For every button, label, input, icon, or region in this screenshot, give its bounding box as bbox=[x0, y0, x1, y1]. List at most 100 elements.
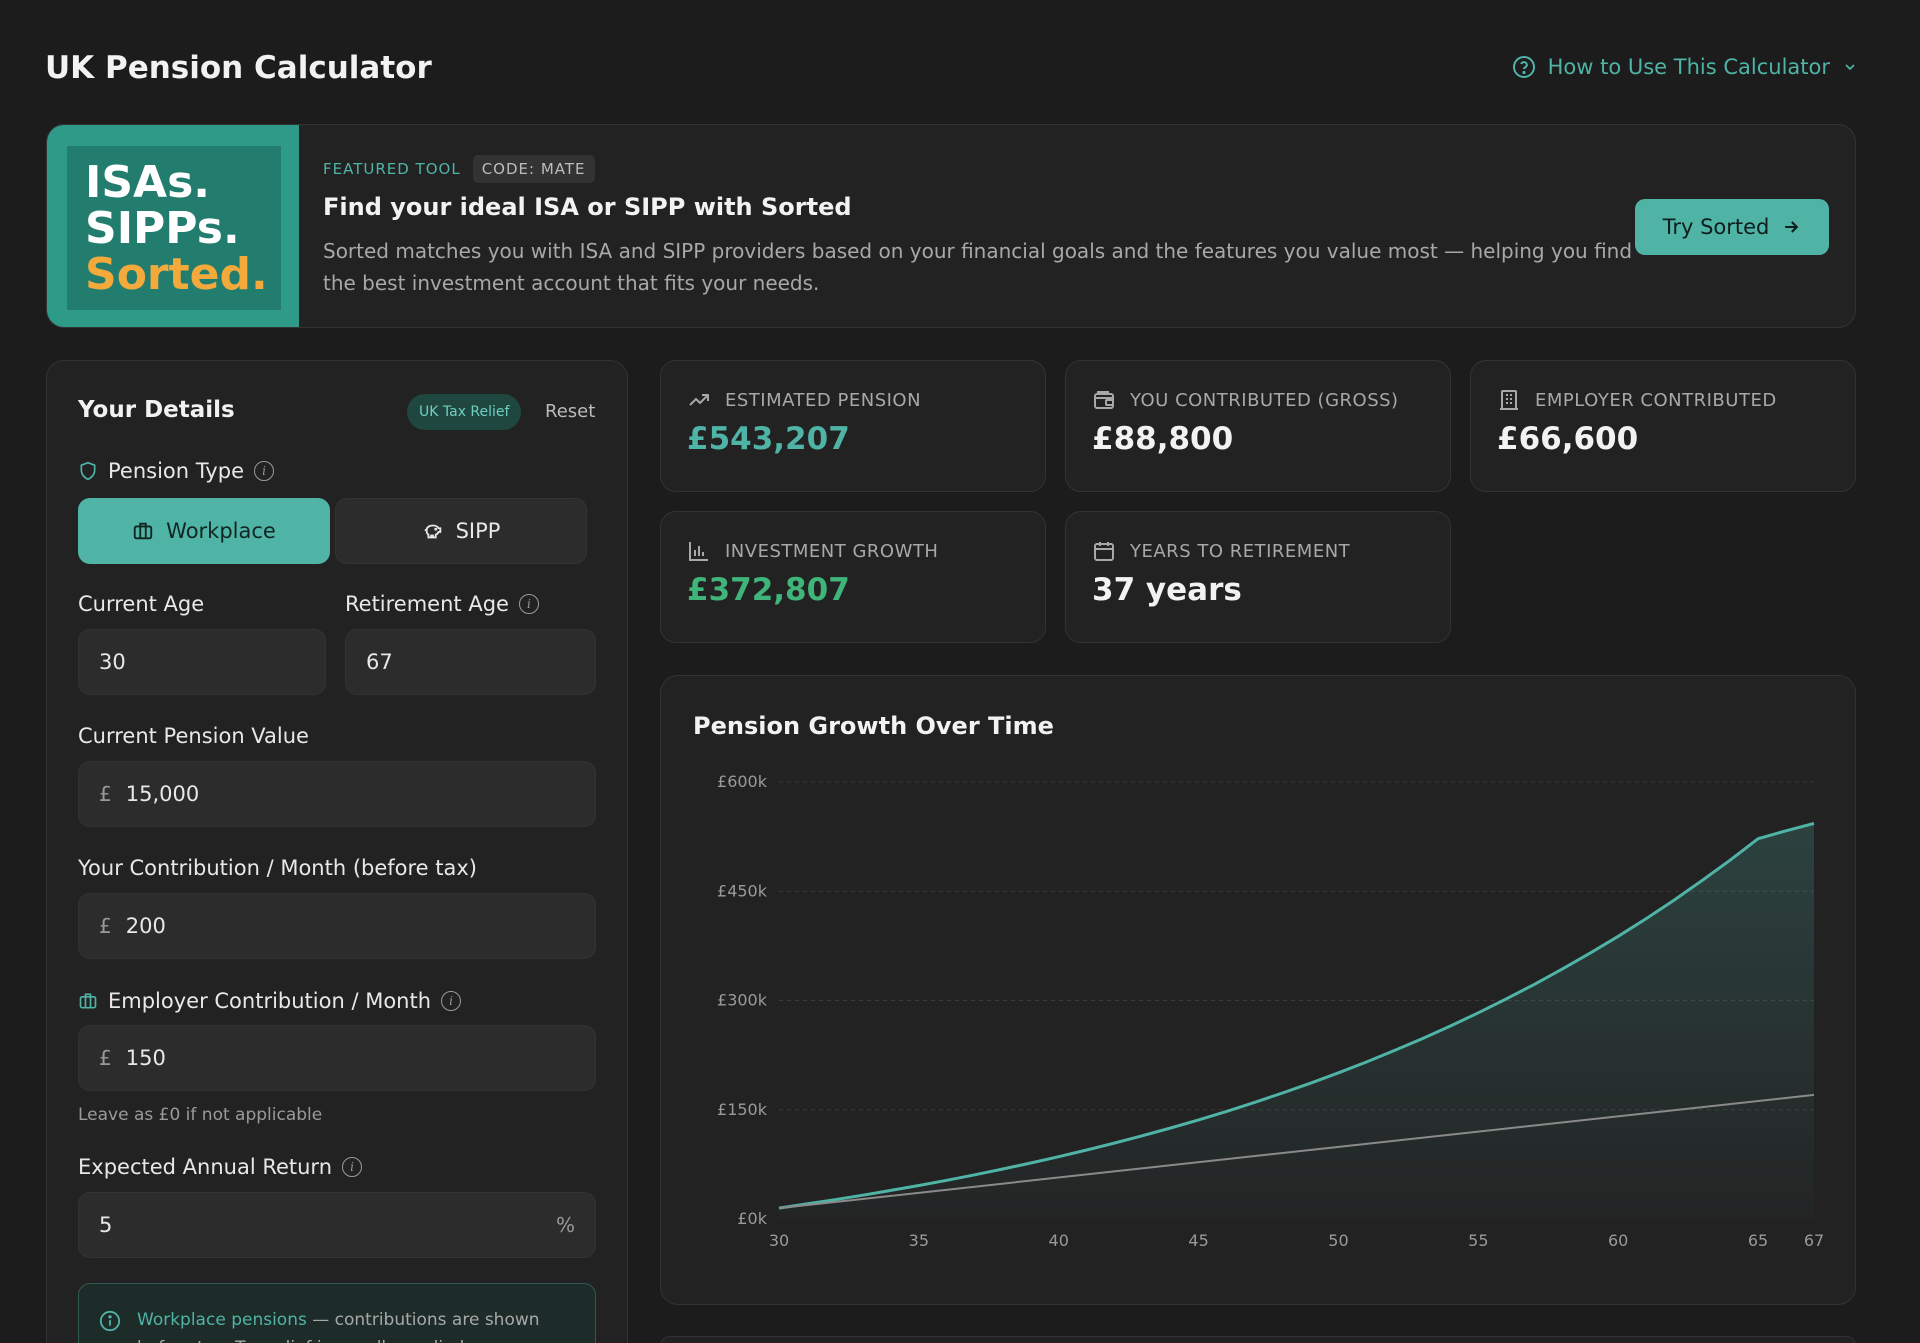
banner-description: Sorted matches you with ISA and SIPP pro… bbox=[323, 239, 1633, 295]
workplace-option[interactable]: Workplace bbox=[78, 498, 330, 564]
pension-type-label: Pension Type i bbox=[78, 459, 274, 483]
pension-value-label: Current Pension Value bbox=[78, 724, 309, 748]
pension-value-input[interactable]: £ 15,000 bbox=[78, 761, 596, 827]
stat-value: £372,807 bbox=[687, 572, 850, 608]
return-input[interactable]: 5 % bbox=[78, 1192, 596, 1258]
employer-text: Employer Contribution / Month bbox=[108, 989, 432, 1013]
x-tick-label: 30 bbox=[769, 1231, 789, 1250]
you-contributed-card: YOU CONTRIBUTED (GROSS) £88,800 bbox=[1065, 360, 1451, 492]
x-tick-label: 67 bbox=[1804, 1231, 1824, 1250]
return-text: Expected Annual Return bbox=[78, 1155, 333, 1179]
sorted-logo[interactable]: ISAs. SIPPs. Sorted. bbox=[47, 125, 299, 327]
calendar-icon bbox=[1092, 539, 1116, 563]
piggy-bank-icon bbox=[422, 520, 444, 542]
current-age-input[interactable]: 30 bbox=[78, 629, 326, 695]
current-age-value: 30 bbox=[99, 650, 126, 674]
shield-icon bbox=[78, 461, 98, 481]
employer-label: Employer Contribution / Month i bbox=[78, 989, 462, 1013]
workplace-notice: Workplace pensions — contributions are s… bbox=[78, 1283, 596, 1343]
y-tick-label: £450k bbox=[717, 881, 768, 900]
contribution-text: Your Contribution / Month (before tax) bbox=[78, 856, 477, 880]
x-tick-label: 45 bbox=[1188, 1231, 1208, 1250]
briefcase-icon bbox=[132, 520, 154, 542]
stat-value: 37 years bbox=[1092, 572, 1242, 608]
try-sorted-label: Try Sorted bbox=[1662, 215, 1770, 239]
how-to-use-label: How to Use This Calculator bbox=[1547, 55, 1830, 79]
return-value: 5 bbox=[99, 1213, 113, 1237]
contribution-input[interactable]: £ 200 bbox=[78, 893, 596, 959]
stat-label: INVESTMENT GROWTH bbox=[725, 540, 939, 562]
info-icon[interactable]: i bbox=[441, 991, 462, 1011]
x-tick-label: 60 bbox=[1608, 1231, 1628, 1250]
page-title: UK Pension Calculator bbox=[45, 50, 432, 86]
details-title: Your Details bbox=[78, 397, 235, 423]
next-card-edge bbox=[660, 1336, 1856, 1343]
featured-tool-tag: FEATURED TOOL bbox=[323, 160, 461, 178]
series-area bbox=[779, 823, 1814, 1219]
workplace-label: Workplace bbox=[166, 519, 276, 543]
current-age-label: Current Age bbox=[78, 592, 204, 616]
stat-label: YEARS TO RETIREMENT bbox=[1130, 540, 1351, 562]
banner-tags: FEATURED TOOL CODE: MATE bbox=[323, 155, 595, 183]
estimated-pension-card: ESTIMATED PENSION £543,207 bbox=[660, 360, 1046, 492]
x-tick-label: 65 bbox=[1748, 1231, 1768, 1250]
y-tick-label: £300k bbox=[717, 991, 768, 1010]
arrow-right-icon bbox=[1781, 217, 1801, 237]
percent-symbol: % bbox=[555, 1213, 575, 1237]
notice-strong: Workplace pensions bbox=[137, 1310, 307, 1330]
retirement-age-value: 67 bbox=[366, 650, 393, 674]
contribution-label: Your Contribution / Month (before tax) bbox=[78, 856, 477, 880]
pension-value-text: Current Pension Value bbox=[78, 724, 309, 748]
currency-symbol: £ bbox=[99, 1046, 112, 1070]
info-icon[interactable]: i bbox=[518, 594, 539, 614]
x-tick-label: 40 bbox=[1049, 1231, 1069, 1250]
stat-label: ESTIMATED PENSION bbox=[725, 389, 922, 411]
current-age-text: Current Age bbox=[78, 592, 205, 616]
employer-contributed-card: EMPLOYER CONTRIBUTED £66,600 bbox=[1470, 360, 1856, 492]
years-to-retirement-card: YEARS TO RETIREMENT 37 years bbox=[1065, 511, 1451, 643]
logo-line-isas: ISAs. bbox=[85, 157, 211, 208]
reset-button[interactable]: Reset bbox=[545, 401, 595, 422]
stat-value: £543,207 bbox=[687, 421, 850, 457]
retirement-age-input[interactable]: 67 bbox=[345, 629, 596, 695]
employer-input[interactable]: £ 150 bbox=[78, 1025, 596, 1091]
y-tick-label: £0k bbox=[737, 1209, 767, 1228]
info-icon[interactable]: i bbox=[342, 1157, 363, 1177]
info-circle-icon bbox=[99, 1310, 121, 1332]
return-label: Expected Annual Return i bbox=[78, 1155, 363, 1179]
logo-line-sorted: Sorted. bbox=[85, 249, 268, 300]
pension-value-value: 15,000 bbox=[125, 782, 200, 806]
building-icon bbox=[1497, 388, 1521, 412]
employer-value: 150 bbox=[125, 1046, 166, 1070]
currency-symbol: £ bbox=[99, 782, 112, 806]
bar-chart-icon bbox=[687, 539, 711, 563]
stat-label: EMPLOYER CONTRIBUTED bbox=[1535, 389, 1777, 411]
uk-tax-relief-badge: UK Tax Relief bbox=[407, 394, 522, 430]
details-panel: Your Details UK Tax Relief Reset Pension… bbox=[46, 360, 628, 1343]
promo-code-tag: CODE: MATE bbox=[472, 155, 595, 183]
banner-headline: Find your ideal ISA or SIPP with Sorted bbox=[323, 193, 852, 221]
x-tick-label: 35 bbox=[909, 1231, 929, 1250]
x-tick-label: 55 bbox=[1468, 1231, 1488, 1250]
sipp-label: SIPP bbox=[455, 519, 501, 543]
investment-growth-card: INVESTMENT GROWTH £372,807 bbox=[660, 511, 1046, 643]
pension-growth-chart: £0k £150k £300k £450k £600k 30 35 40 45 50 55 60 65 6… bbox=[717, 772, 1824, 1250]
pension-growth-chart-card: Pension Growth Over Time £0k £150k £300k £4… bbox=[660, 675, 1856, 1305]
chevron-down-icon bbox=[1842, 59, 1858, 75]
currency-symbol: £ bbox=[99, 914, 112, 938]
logo-line-sipps: SIPPs. bbox=[85, 203, 240, 254]
stat-value: £88,800 bbox=[1092, 421, 1234, 457]
how-to-use-toggle[interactable]: How to Use This Calculator bbox=[1512, 55, 1858, 79]
contribution-value: 200 bbox=[125, 914, 166, 938]
wallet-icon bbox=[1092, 388, 1116, 412]
retirement-age-label: Retirement Age i bbox=[345, 592, 539, 616]
stat-label: YOU CONTRIBUTED (GROSS) bbox=[1130, 389, 1399, 411]
stat-value: £66,600 bbox=[1497, 421, 1639, 457]
info-icon[interactable]: i bbox=[254, 461, 274, 481]
employer-hint: Leave as £0 if not applicable bbox=[78, 1105, 323, 1125]
trending-up-icon bbox=[687, 388, 711, 412]
try-sorted-button[interactable]: Try Sorted bbox=[1635, 199, 1829, 255]
sipp-option[interactable]: SIPP bbox=[335, 498, 587, 564]
briefcase-icon bbox=[78, 991, 98, 1011]
x-tick-label: 50 bbox=[1328, 1231, 1348, 1250]
